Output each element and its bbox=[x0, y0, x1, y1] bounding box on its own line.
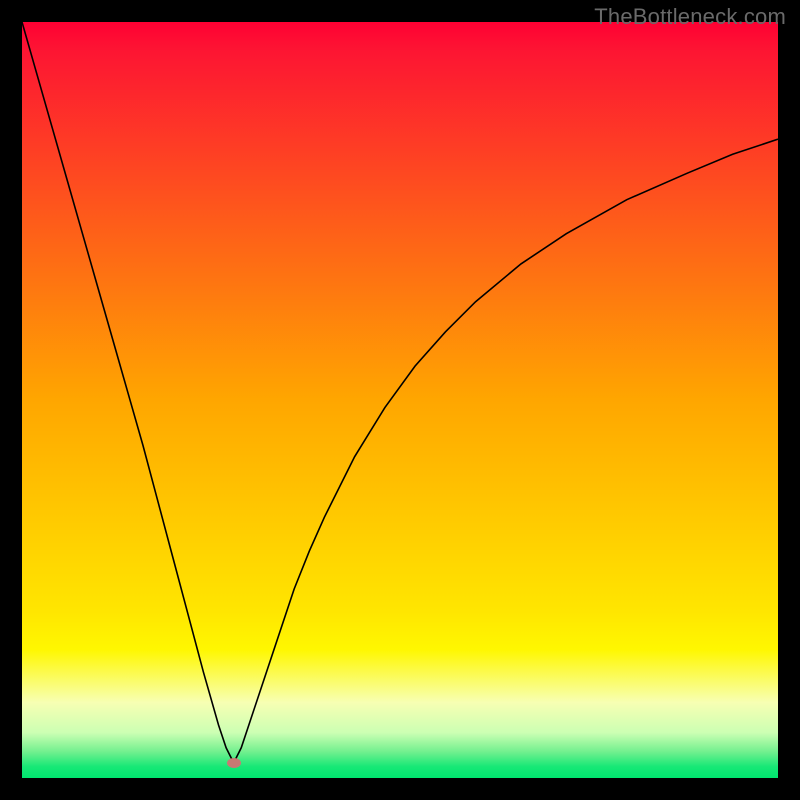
chart-frame: TheBottleneck.com bbox=[0, 0, 800, 800]
watermark-text: TheBottleneck.com bbox=[594, 4, 786, 30]
notch-dot bbox=[227, 758, 241, 768]
plot-area bbox=[22, 22, 778, 778]
bottleneck-curve bbox=[22, 22, 778, 778]
